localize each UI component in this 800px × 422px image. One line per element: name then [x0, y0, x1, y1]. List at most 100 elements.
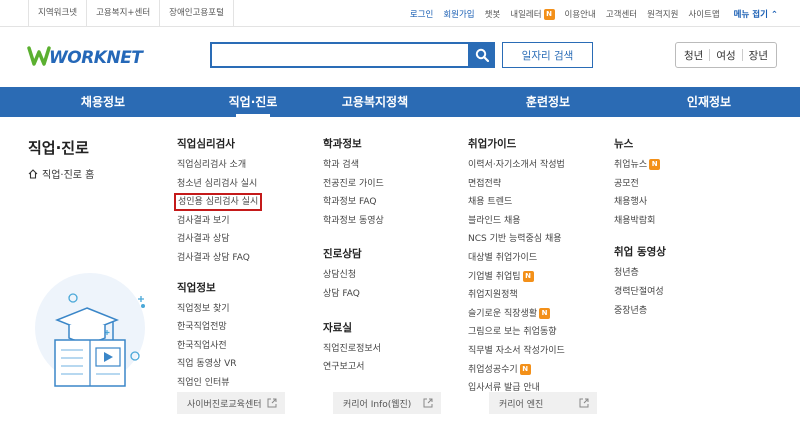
- target-youth[interactable]: 청년: [678, 48, 709, 63]
- worknet-logo[interactable]: WORKNET: [27, 44, 143, 72]
- menu-item[interactable]: 그림으로 보는 취업동향: [468, 323, 565, 342]
- target-group-selector: 청년 여성 장년: [675, 42, 777, 68]
- menu-item[interactable]: 상담 FAQ: [323, 285, 384, 304]
- gnb-training[interactable]: 훈련정보: [450, 87, 646, 117]
- menu-item[interactable]: 취업지원정책: [468, 286, 565, 305]
- sitemap-link[interactable]: 사이트맵: [688, 8, 719, 20]
- menu-item[interactable]: 청소년 심리검사 실시: [177, 175, 262, 194]
- gnb-job-career[interactable]: 직업·진로: [206, 87, 300, 117]
- career-info-webzine-link[interactable]: 커리어 Info(웹진): [333, 392, 441, 414]
- menu-item[interactable]: 채용행사: [614, 193, 666, 212]
- menu-item[interactable]: 직업정보 찾기: [177, 300, 262, 319]
- chatbot-link[interactable]: 챗봇: [485, 8, 501, 20]
- search-input[interactable]: [210, 42, 468, 68]
- menu-item[interactable]: 대상별 취업가이드: [468, 249, 565, 268]
- new-badge: N: [522, 270, 534, 282]
- menu-item-label: 슬기로운 직장생활: [468, 308, 538, 319]
- menu-item[interactable]: 취업뉴스 N: [614, 156, 666, 175]
- menu-item[interactable]: 직업인 인터뷰: [177, 374, 262, 393]
- menu-item[interactable]: 직업 동영상 VR: [177, 355, 262, 374]
- menu-item[interactable]: 청년층: [614, 264, 666, 283]
- menu-item[interactable]: 공모전: [614, 175, 666, 194]
- site-link-regional[interactable]: 지역워크넷: [28, 0, 86, 27]
- target-women[interactable]: 여성: [710, 48, 741, 63]
- gnb-talent[interactable]: 인재정보: [646, 87, 772, 117]
- menu-collapse-button[interactable]: 메뉴 접기 ⌃: [734, 8, 778, 20]
- menu-item[interactable]: 검사결과 상담 FAQ: [177, 249, 262, 268]
- new-badge: N: [539, 307, 551, 319]
- menu-item[interactable]: 직무별 자소서 작성가이드: [468, 342, 565, 361]
- remote-support-link[interactable]: 원격지원: [647, 8, 678, 20]
- main-navigation: 채용정보 직업·진로 고용복지정책 훈련정보 인재정보: [0, 87, 800, 117]
- menu-item[interactable]: 검사결과 상담: [177, 230, 262, 249]
- menu-item[interactable]: 직업심리검사 소개: [177, 156, 262, 175]
- bottom-link-label: 커리어 엔진: [499, 399, 544, 410]
- bottom-link-label: 커리어 Info(웹진): [343, 399, 412, 410]
- target-middle-aged[interactable]: 장년: [743, 48, 774, 63]
- external-link-icon: [267, 398, 277, 408]
- career-engine-link[interactable]: 커리어 엔진: [489, 392, 597, 414]
- menu-item[interactable]: 학과정보 FAQ: [323, 193, 384, 212]
- join-link[interactable]: 회원가입: [443, 8, 474, 20]
- group-title-job-guide: 취업가이드: [468, 138, 517, 150]
- menu-item[interactable]: 학과정보 동영상: [323, 212, 384, 231]
- menu-item[interactable]: 취업성공수기 N: [468, 361, 565, 380]
- bottom-link-label: 사이버진로교육센터: [187, 399, 262, 410]
- related-sites: 지역워크넷 고용복지+센터 장애인고용포털: [28, 0, 234, 27]
- myletter-link[interactable]: 내일레터 N: [510, 8, 555, 20]
- group-title-archive: 자료실: [323, 321, 352, 334]
- new-badge: N: [519, 363, 531, 375]
- menu-item-label: 취업성공수기: [468, 364, 518, 375]
- login-link[interactable]: 로그인: [410, 8, 433, 20]
- menu-item[interactable]: 기업별 취업팁 N: [468, 268, 565, 287]
- menu-column-2: 학과정보 학과 검색 전공진로 가이드 학과정보 FAQ 학과정보 동영상 진로…: [323, 136, 384, 377]
- menu-item[interactable]: 면접전략: [468, 175, 565, 194]
- menu-item[interactable]: NCS 기반 능력중심 채용: [468, 230, 565, 249]
- education-illustration: [35, 273, 145, 387]
- menu-item[interactable]: 경력단절여성: [614, 283, 666, 302]
- group-title-major-info: 학과정보: [323, 138, 362, 150]
- menu-item[interactable]: 연구보고서: [323, 358, 384, 377]
- menu-column-4: 뉴스 취업뉴스 N 공모전 채용행사 채용박람회 취업 동영상 청년층 경력단절여…: [614, 136, 666, 320]
- search-icon: [475, 48, 489, 62]
- guide-link[interactable]: 이용안내: [565, 8, 596, 20]
- menu-item[interactable]: 학과 검색: [323, 156, 384, 175]
- menu-item[interactable]: 이력서·자기소개서 작성법: [468, 156, 565, 175]
- home-link-label: 직업·진로 홈: [42, 170, 95, 181]
- menu-item[interactable]: 블라인드 채용: [468, 212, 565, 231]
- customer-center-link[interactable]: 고객센터: [606, 8, 637, 20]
- new-badge: N: [543, 8, 555, 20]
- search-button[interactable]: [468, 42, 495, 68]
- menu-item-label: 취업뉴스: [614, 160, 648, 170]
- logo-mark-icon: [27, 46, 51, 66]
- job-search-button[interactable]: 일자리 검색: [502, 42, 593, 68]
- group-title-job-info: 직업정보: [177, 281, 216, 294]
- gnb-recruit[interactable]: 채용정보: [0, 87, 206, 117]
- menu-item[interactable]: 검사결과 보기: [177, 212, 262, 231]
- menu-item[interactable]: 채용박람회: [614, 212, 666, 231]
- menu-column-3: 취업가이드 이력서·자기소개서 작성법 면접전략 채용 트렌드 블라인드 채용 …: [468, 136, 565, 398]
- external-link-icon: [579, 398, 589, 408]
- menu-column-1: 직업심리검사 직업심리검사 소개 청소년 심리검사 실시 성인용 심리검사 실시…: [174, 136, 263, 393]
- menu-item[interactable]: 직업진로정보서: [323, 340, 384, 359]
- menu-item[interactable]: 상담신청: [323, 266, 384, 285]
- external-link-icon: [423, 398, 433, 408]
- section-home-link[interactable]: 직업·진로 홈: [28, 166, 94, 181]
- new-badge: N: [649, 159, 661, 170]
- menu-item[interactable]: 채용 트렌드: [468, 193, 565, 212]
- menu-item-highlighted[interactable]: 성인용 심리검사 실시: [174, 193, 263, 212]
- group-title-news: 뉴스: [614, 138, 634, 150]
- cyber-career-center-link[interactable]: 사이버진로교육센터: [177, 392, 285, 414]
- group-title-job-video: 취업 동영상: [614, 246, 666, 259]
- menu-item[interactable]: 중장년층: [614, 302, 666, 321]
- menu-item[interactable]: 한국직업전망: [177, 318, 262, 337]
- group-title-psych-test: 직업심리검사: [177, 138, 235, 150]
- menu-item-label: 기업별 취업팁: [468, 271, 521, 282]
- menu-item[interactable]: 슬기로운 직장생활 N: [468, 305, 565, 324]
- menu-item[interactable]: 전공진로 가이드: [323, 175, 384, 194]
- site-link-disabled-portal[interactable]: 장애인고용포털: [159, 0, 234, 27]
- site-link-welfare-center[interactable]: 고용복지+센터: [86, 0, 159, 27]
- gnb-employment-welfare[interactable]: 고용복지정책: [300, 87, 450, 117]
- menu-item[interactable]: 한국직업사전: [177, 337, 262, 356]
- section-title: 직업·진로: [28, 139, 89, 157]
